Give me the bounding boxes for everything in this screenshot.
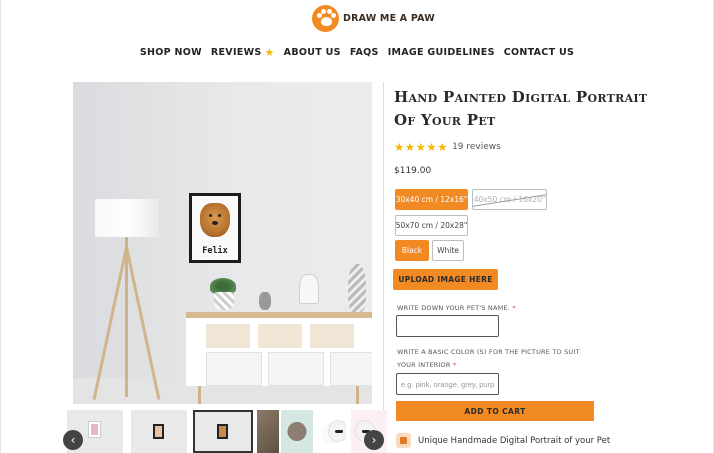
gift-icon (396, 433, 411, 448)
frame-color-black[interactable]: Black (395, 240, 429, 261)
upload-image-button[interactable]: UPLOAD IMAGE HERE (393, 269, 498, 290)
main-nav: SHOP NOW REVIEWS ★ ABOUT US FAQS IMAGE GU… (0, 46, 714, 59)
nav-label: FAQS (349, 47, 379, 58)
product-price: $119.00 (394, 166, 432, 176)
color-input[interactable] (396, 373, 499, 395)
nav-label: REVIEWS (210, 47, 262, 58)
star-icon: ★ (264, 46, 275, 59)
brand-logo[interactable]: DRAW ME A PAW (312, 5, 435, 32)
nav-faqs[interactable]: FAQS (350, 46, 379, 59)
feature-item: Unique Handmade Digital Portrait of your… (396, 433, 610, 448)
color-field-label: WRITE A BASIC COLOR (S) FOR THE PICTURE … (397, 346, 587, 372)
nav-label: SHOP NOW (139, 47, 202, 58)
product-title: Hand Painted Digital Portrait Of Your Pe… (394, 88, 648, 129)
column-divider (383, 82, 384, 412)
pet-name-field-label: WRITE DOWN YOUR PET'S NAME. * (397, 304, 516, 312)
thumbnail-6[interactable] (320, 410, 346, 453)
sideboard (186, 312, 372, 404)
product-main-image[interactable]: Felix (73, 82, 372, 404)
nav-reviews[interactable]: REVIEWS ★ (211, 46, 275, 59)
thumbnail-strip (67, 410, 387, 453)
pet-portrait-frame: Felix (189, 193, 241, 263)
size-option-30x40[interactable]: 30x40 cm / 12x16" (395, 189, 468, 210)
chevron-right-icon[interactable]: › (364, 430, 384, 450)
size-option-50x70[interactable]: 50x70 cm / 20x28" (395, 215, 468, 236)
paw-icon (312, 5, 339, 32)
pet-portrait: Felix (192, 196, 238, 260)
sideboard-shelf (206, 324, 250, 348)
glass-cloche (299, 274, 319, 304)
label-text: WRITE A BASIC COLOR (S) FOR THE PICTURE … (397, 348, 580, 369)
pet-name-label: Felix (202, 246, 228, 256)
required-marker: * (512, 304, 516, 312)
brand-name: DRAW ME A PAW (343, 13, 435, 24)
nav-label: IMAGE GUIDELINES (387, 47, 495, 58)
star-rating-icon: ★★★★★ (394, 140, 449, 154)
frame-color-white[interactable]: White (432, 240, 464, 261)
nav-shop-now[interactable]: SHOP NOW (140, 46, 202, 59)
sideboard-door (268, 352, 324, 386)
small-vase (259, 292, 271, 310)
lamp-pole (125, 237, 128, 397)
sideboard-door (206, 352, 262, 386)
sideboard-leg (356, 386, 359, 404)
page-left-border (0, 0, 1, 453)
nav-label: CONTACT US (503, 47, 575, 58)
sideboard-door (330, 352, 372, 386)
lamp-shade (95, 199, 159, 237)
nav-contact-us[interactable]: CONTACT US (504, 46, 574, 59)
add-to-cart-button[interactable]: ADD TO CART (396, 401, 594, 421)
nav-about-us[interactable]: ABOUT US (284, 46, 341, 59)
thumbnail-5[interactable] (281, 410, 313, 453)
dog-portrait-illustration (200, 203, 230, 237)
nav-image-guidelines[interactable]: IMAGE GUIDELINES (388, 46, 495, 59)
feature-text: Unique Handmade Digital Portrait of your… (418, 435, 611, 446)
thumbnail-4[interactable] (257, 410, 279, 453)
size-option-40x50[interactable]: 40x50 cm / 16x20" (472, 189, 547, 210)
thumbnail-3-active[interactable] (193, 410, 253, 453)
chevron-left-icon[interactable]: ‹ (63, 430, 83, 450)
sideboard-leg (198, 386, 201, 404)
required-marker: * (452, 361, 457, 369)
product-rating[interactable]: ★★★★★ 19 reviews (394, 140, 501, 154)
thumbnail-2[interactable] (131, 410, 187, 453)
plant-pot (214, 292, 234, 310)
striped-vase (348, 264, 366, 312)
nav-label: ABOUT US (283, 47, 341, 58)
sideboard-shelf (310, 324, 354, 348)
label-text: WRITE DOWN YOUR PET'S NAME. (397, 304, 511, 312)
sideboard-shelf (258, 324, 302, 348)
reviews-count: 19 reviews (452, 142, 501, 152)
pet-name-input[interactable] (396, 315, 499, 337)
